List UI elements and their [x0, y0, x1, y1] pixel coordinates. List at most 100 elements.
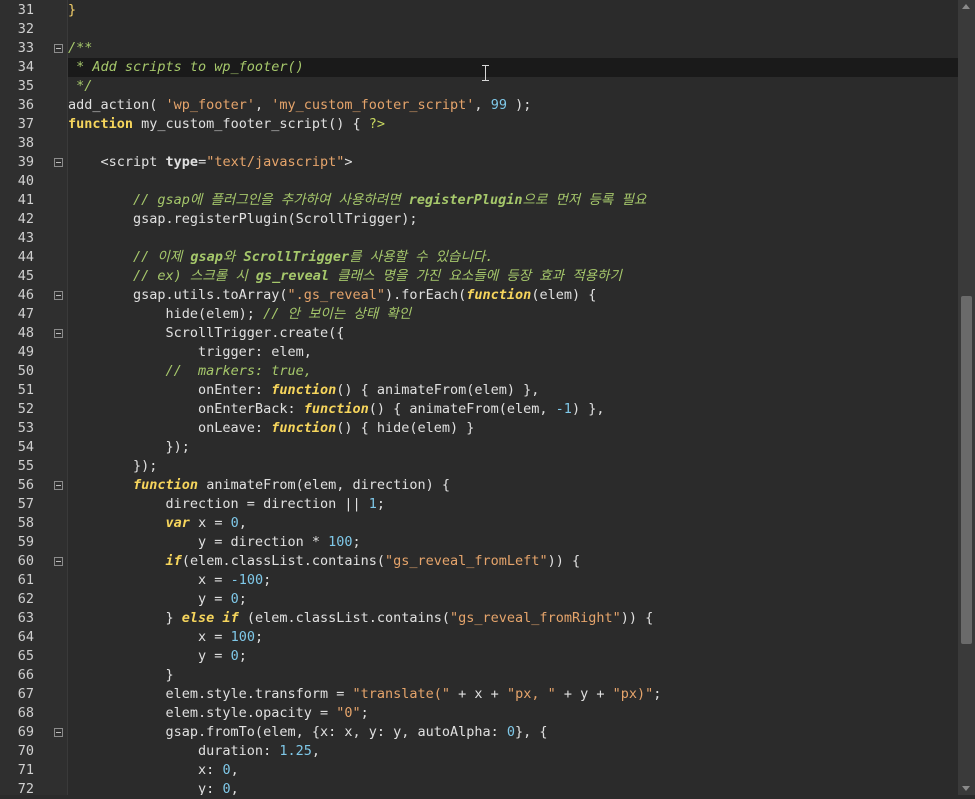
- code-token: var: [165, 515, 190, 531]
- code-line[interactable]: y = direction * 100;: [68, 533, 958, 552]
- code-line[interactable]: x = 100;: [68, 628, 958, 647]
- code-token: ).forEach(: [385, 287, 467, 303]
- scroll-up-arrow-icon[interactable]: [962, 4, 970, 9]
- code-line[interactable]: y = 0;: [68, 647, 958, 666]
- code-line[interactable]: */: [68, 77, 958, 96]
- code-editor[interactable]: 31 32 33 34 35 36 37 38 39 40 41 42 43 44 45 46 47 48 49 50…: [0, 0, 975, 797]
- code-line[interactable]: y: 0,: [68, 780, 958, 795]
- code-line[interactable]: onLeave: function() { hide(elem) }: [68, 419, 958, 438]
- code-line[interactable]: }: [68, 1, 958, 20]
- code-token: onLeave:: [68, 420, 272, 436]
- fold-toggle-icon[interactable]: [54, 481, 63, 490]
- code-token: function: [466, 287, 532, 303]
- fold-toggle-icon[interactable]: [54, 329, 63, 338]
- code-token: ;: [238, 648, 247, 664]
- code-line[interactable]: hide(elem); // 안 보이는 상태 확인: [68, 305, 958, 324]
- vertical-scrollbar[interactable]: [958, 0, 975, 795]
- line-number: 33: [17, 40, 34, 56]
- code-token: ;: [263, 572, 272, 588]
- code-line[interactable]: [68, 134, 958, 153]
- code-token: )) {: [620, 610, 654, 626]
- code-line[interactable]: if(elem.classList.contains("gs_reveal_fr…: [68, 552, 958, 571]
- fold-toggle-icon[interactable]: [54, 728, 63, 737]
- code-line[interactable]: });: [68, 438, 958, 457]
- code-token: onEnter:: [68, 382, 272, 398]
- code-token: function: [68, 116, 134, 132]
- code-line[interactable]: elem.style.transform = "translate(" + x …: [68, 685, 958, 704]
- code-token: });: [68, 458, 158, 474]
- line-number: 64: [17, 629, 34, 645]
- code-line[interactable]: // 이제 gsap와 ScrollTrigger를 사용할 수 있습니다.: [68, 248, 958, 267]
- code-line[interactable]: onEnter: function() { animateFrom(elem) …: [68, 381, 958, 400]
- code-token: // 안 보이는 상태 확인: [263, 306, 412, 322]
- code-token: "translate(": [352, 686, 451, 702]
- line-number: 67: [17, 686, 34, 702]
- line-number: 52: [17, 401, 34, 417]
- line-number: 43: [17, 230, 34, 246]
- code-line[interactable]: [68, 229, 958, 248]
- code-line[interactable]: function my_custom_footer_script() { ?>: [68, 115, 958, 134]
- code-line[interactable]: add_action( 'wp_footer', 'my_custom_foot…: [68, 96, 958, 115]
- code-line[interactable]: ScrollTrigger.create({: [68, 324, 958, 343]
- code-line[interactable]: trigger: elem,: [68, 343, 958, 362]
- code-line[interactable]: /**: [68, 39, 958, 58]
- code-token: ,: [254, 97, 272, 113]
- code-token: 0: [230, 515, 239, 531]
- code-line[interactable]: // gsap에 플러그인을 추가하여 사용하려면 registerPlugin…: [68, 191, 958, 210]
- line-number: 57: [17, 496, 34, 512]
- line-number: 40: [17, 173, 34, 189]
- fold-toggle-icon[interactable]: [54, 291, 63, 300]
- code-line[interactable]: });: [68, 457, 958, 476]
- code-line[interactable]: gsap.registerPlugin(ScrollTrigger);: [68, 210, 958, 229]
- code-line[interactable]: }: [68, 666, 958, 685]
- code-token: * Add scripts to wp_footer(): [68, 59, 304, 75]
- code-token: y =: [68, 591, 231, 607]
- code-line[interactable]: direction = direction || 1;: [68, 495, 958, 514]
- code-line[interactable]: // ex) 스크롤 시 gs_reveal 클래스 명을 가진 요소들에 등장…: [68, 267, 958, 286]
- code-token: "gs_reveal_fromRight": [450, 610, 621, 626]
- code-line[interactable]: function animateFrom(elem, direction) {: [68, 476, 958, 495]
- code-area[interactable]: } /** * Add scripts to wp_footer() */ add_…: [68, 0, 958, 795]
- code-token: "px)": [612, 686, 654, 702]
- code-line[interactable]: var x = 0,: [68, 514, 958, 533]
- code-token: 100: [328, 534, 353, 550]
- code-token: elem.style.opacity =: [68, 705, 337, 721]
- line-number: 31: [17, 2, 34, 18]
- code-token: -100: [230, 572, 264, 588]
- code-line[interactable]: duration: 1.25,: [68, 742, 958, 761]
- line-number: 65: [17, 648, 34, 664]
- line-number: 68: [17, 705, 34, 721]
- code-line[interactable]: gsap.fromTo(elem, {x: x, y: y, autoAlpha…: [68, 723, 958, 742]
- code-token: elem.style.transform =: [68, 686, 353, 702]
- code-token: + x +: [450, 686, 507, 702]
- fold-toggle-icon[interactable]: [54, 557, 63, 566]
- scrollbar-thumb[interactable]: [961, 296, 972, 644]
- fold-toggle-icon[interactable]: [54, 44, 63, 53]
- fold-toggle-icon[interactable]: [54, 158, 63, 167]
- line-number: 54: [17, 439, 34, 455]
- line-number: 71: [17, 762, 34, 778]
- code-token: 0: [222, 781, 231, 795]
- code-line[interactable]: // markers: true,: [68, 362, 958, 381]
- code-line[interactable]: gsap.utils.toArray(".gs_reveal").forEach…: [68, 286, 958, 305]
- scroll-down-arrow-icon[interactable]: [962, 786, 970, 791]
- code-line[interactable]: } else if (elem.classList.contains("gs_r…: [68, 609, 958, 628]
- code-line[interactable]: elem.style.opacity = "0";: [68, 704, 958, 723]
- code-line[interactable]: y = 0;: [68, 590, 958, 609]
- code-line[interactable]: onEnterBack: function() { animateFrom(el…: [68, 400, 958, 419]
- code-token: 0: [222, 762, 231, 778]
- line-number: 69: [17, 724, 34, 740]
- code-line[interactable]: <script type="text/javascript">: [68, 153, 958, 172]
- code-token: function: [271, 420, 337, 436]
- code-line[interactable]: x: 0,: [68, 761, 958, 780]
- code-token: y:: [68, 781, 223, 795]
- code-line[interactable]: [68, 20, 958, 39]
- current-code-line[interactable]: * Add scripts to wp_footer(): [68, 58, 958, 77]
- code-token: x =: [189, 515, 231, 531]
- code-line[interactable]: [68, 172, 958, 191]
- code-token: trigger: elem,: [68, 344, 312, 360]
- code-token: 클래스 명을 가진 요소들에 등장 효과 적용하기: [329, 268, 622, 284]
- line-number: 51: [17, 382, 34, 398]
- code-line[interactable]: x = -100;: [68, 571, 958, 590]
